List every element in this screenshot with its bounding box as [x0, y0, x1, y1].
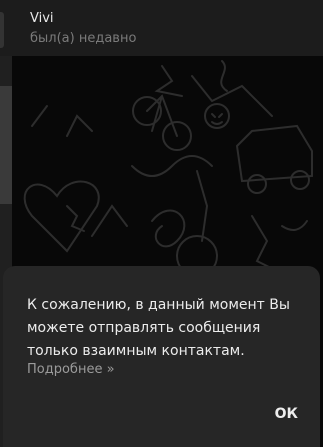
restriction-dialog: К сожалению, в данный момент Вы можете о…: [3, 266, 320, 447]
learn-more-link[interactable]: Подробнее »: [27, 362, 115, 377]
doodle-line: [31, 105, 93, 137]
doodle-line: [196, 170, 209, 242]
left-panel-scrollbar[interactable]: [0, 86, 12, 204]
doodle-line: [251, 215, 278, 272]
doodle-wheel: [247, 174, 267, 194]
doodle-bike-frame: [146, 94, 178, 137]
doodle-curve: [281, 220, 308, 231]
doodle-scribble: [154, 65, 183, 97]
dialog-message: К сожалению, в данный момент Вы можете о…: [27, 297, 290, 359]
doodle-heart: [23, 180, 100, 253]
doodle-arrow: [91, 204, 128, 237]
chat-title[interactable]: Vivi: [30, 11, 54, 26]
doodle-heart-scribble: [66, 205, 85, 232]
last-seen-status: был(а) недавно: [30, 31, 137, 46]
doodle-star: [191, 75, 273, 117]
doodle-wave: [131, 155, 213, 177]
doodle-wheel: [290, 170, 310, 190]
doodle-car: [235, 124, 313, 183]
ok-button[interactable]: ОК: [275, 406, 298, 422]
back-edge-indicator[interactable]: [0, 12, 4, 48]
chat-header: Vivi был(а) недавно: [0, 0, 323, 56]
doodle-face-details: [211, 113, 223, 125]
doodle-scribble: [220, 60, 228, 92]
doodle-spiral: [151, 209, 186, 248]
